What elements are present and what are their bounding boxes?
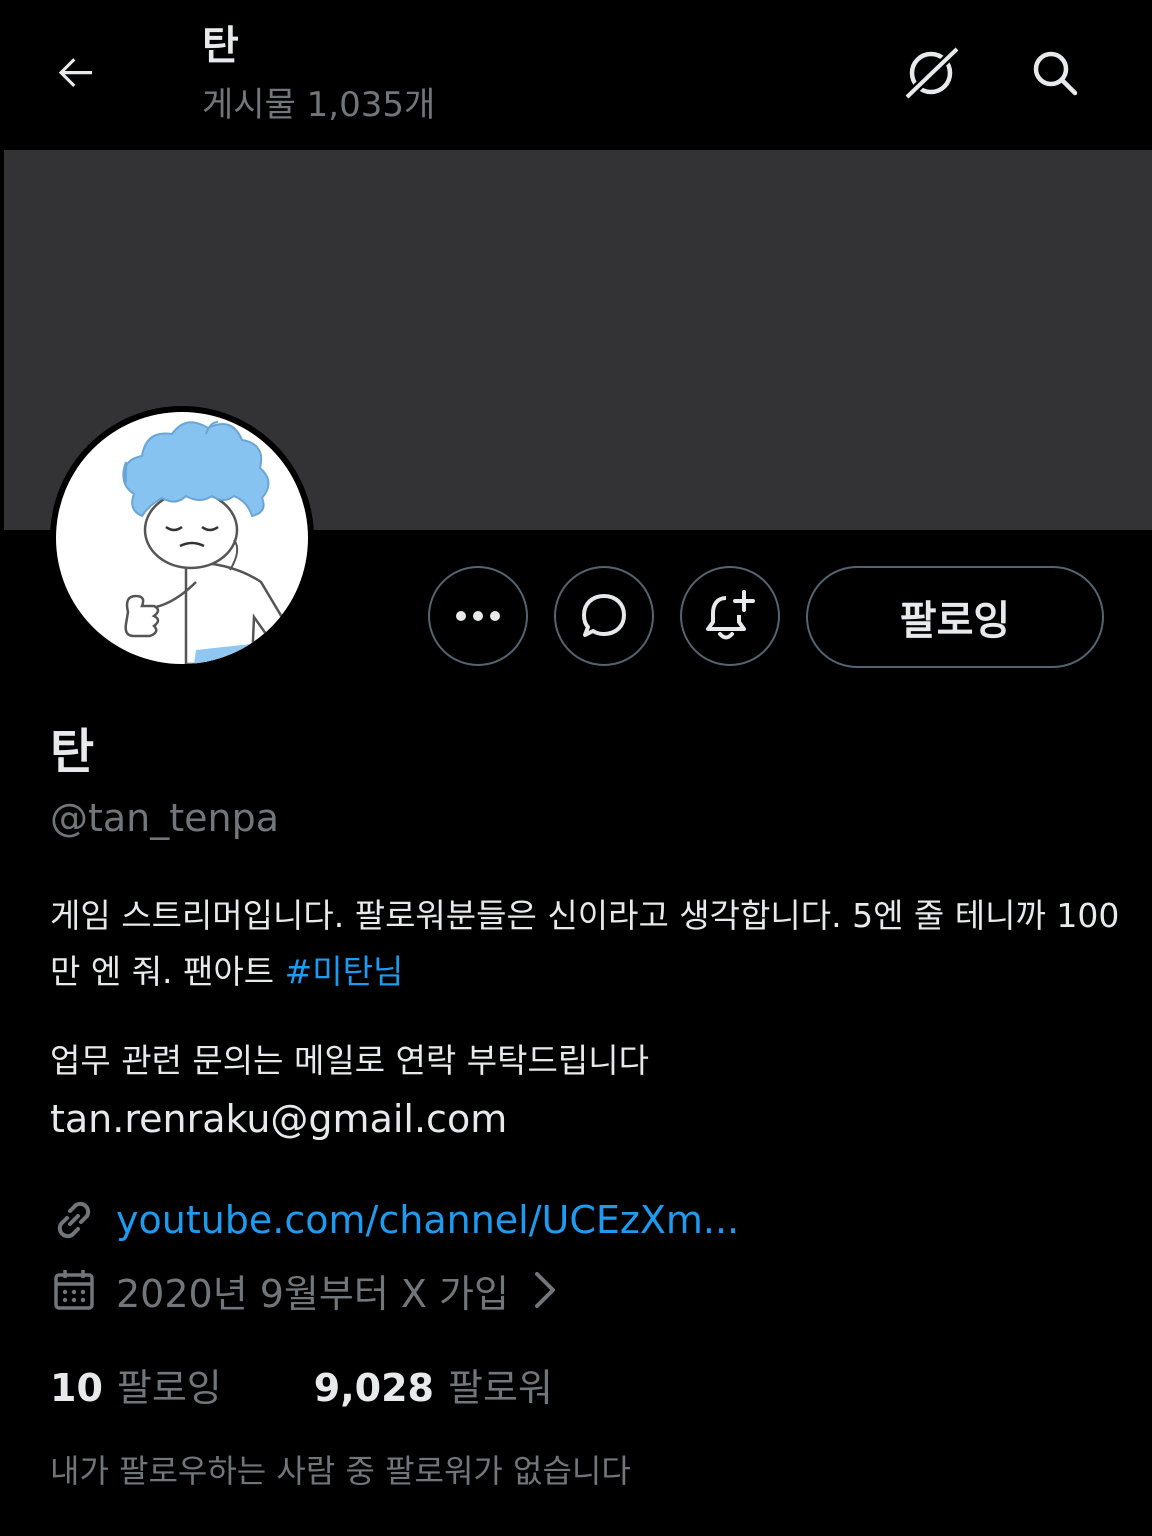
message-button[interactable]	[554, 566, 654, 666]
back-arrow-icon	[58, 58, 92, 87]
mutual-followers-note: 내가 팔로우하는 사람 중 팔로워가 없습니다	[50, 1452, 631, 1490]
header-title: 탄	[202, 23, 239, 69]
top-bar: 탄 게시물 1,035개	[0, 0, 1152, 148]
more-icon	[456, 611, 500, 621]
avatar-illustration	[122, 421, 288, 664]
website-link[interactable]: youtube.com/channel/UCEzXm...	[116, 1198, 739, 1242]
user-handle: @tan_tenpa	[50, 796, 280, 840]
link-icon	[57, 1201, 91, 1239]
header-post-count: 게시물 1,035개	[202, 85, 436, 125]
search-button[interactable]	[1022, 40, 1088, 106]
calendar-icon	[54, 1270, 94, 1310]
notification-bell-icon	[706, 590, 755, 640]
following-button[interactable]: 팔로잉	[806, 566, 1104, 668]
bio-contact-line: 업무 관련 문의는 메일로 연락 부탁드립니다	[50, 1041, 649, 1080]
website-row: youtube.com/channel/UCEzXm...	[50, 1192, 739, 1248]
search-icon	[1033, 51, 1078, 96]
joined-date: 2020년 9월부터 X 가입	[116, 1271, 509, 1316]
followers-stat[interactable]: 9,028 팔로워	[314, 1357, 553, 1412]
grok-button[interactable]	[898, 40, 964, 106]
followers-count: 9,028	[313, 1365, 434, 1410]
no-grok-icon	[903, 45, 961, 101]
back-button[interactable]	[44, 40, 108, 104]
following-stat[interactable]: 10 팔로잉	[50, 1357, 222, 1412]
avatar[interactable]	[50, 406, 314, 670]
following-label: 팔로잉	[116, 1365, 222, 1410]
chevron-right-icon	[534, 1272, 555, 1308]
display-name: 탄	[50, 724, 95, 780]
message-icon	[582, 594, 626, 637]
follow-stats: 10 팔로잉 9,028 팔로워	[50, 1356, 553, 1412]
bio-hashtag-link[interactable]: #미탄님	[285, 952, 404, 991]
following-count: 10	[50, 1365, 103, 1410]
bio-text: 게임 스트리머입니다. 팔로워분들은 신이라고 생각합니다. 5엔 줄 테니까 …	[50, 896, 1120, 991]
bio-contact: 업무 관련 문의는 메일로 연락 부탁드립니다 tan.renraku@gmai…	[50, 1032, 1120, 1148]
more-button[interactable]	[428, 566, 528, 666]
bio-email: tan.renraku@gmail.com	[50, 1097, 508, 1141]
followers-label: 팔로워	[447, 1365, 553, 1410]
joined-row[interactable]: 2020년 9월부터 X 가입	[50, 1262, 565, 1318]
notify-button[interactable]	[680, 566, 780, 666]
bio: 게임 스트리머입니다. 팔로워분들은 신이라고 생각합니다. 5엔 줄 테니까 …	[50, 888, 1120, 1000]
